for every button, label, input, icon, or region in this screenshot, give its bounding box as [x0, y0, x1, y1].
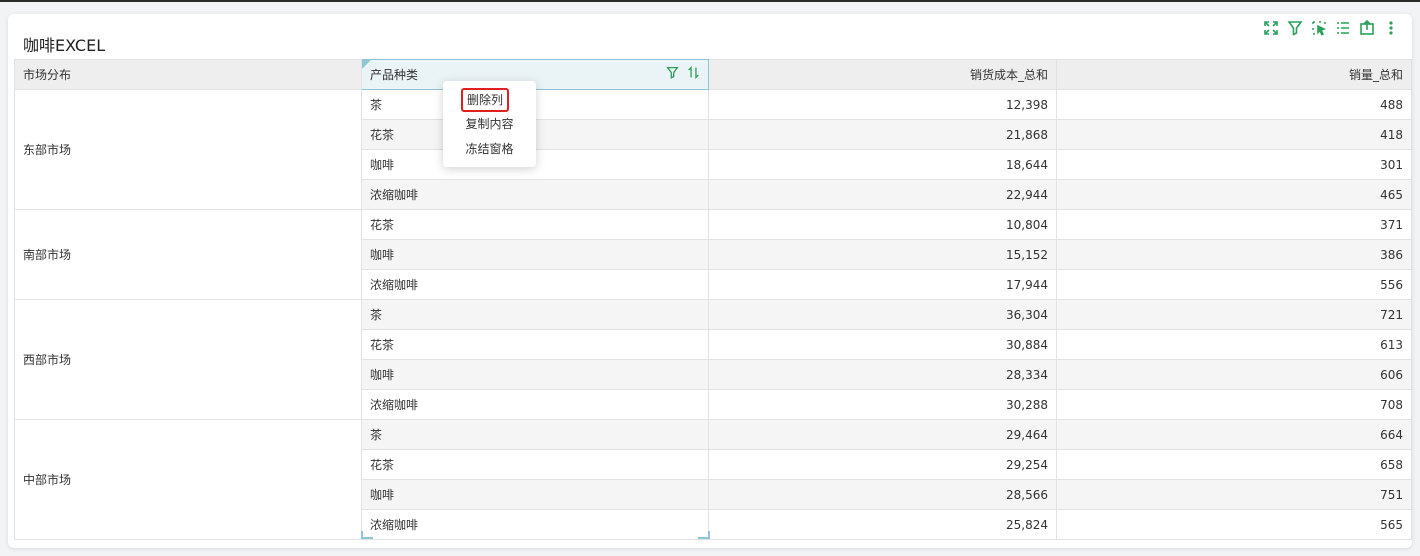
more-icon[interactable]	[1382, 19, 1400, 37]
cell-qty[interactable]: 371	[1056, 209, 1412, 240]
header-product-actions	[666, 66, 700, 82]
cell-product[interactable]: 花茶	[361, 449, 709, 480]
cell-market[interactable]: 中部市场	[14, 419, 362, 540]
cell-qty[interactable]: 606	[1056, 359, 1412, 390]
table-widget-card: 咖啡EXCEL 市场分布 产品种类 销货成本_总和 销量_总和 东部市场 茶 1…	[8, 14, 1412, 548]
table-body: 东部市场茶 12,398 488 花茶 21,868 418 咖啡 18,644 301 浓缩咖啡…	[14, 89, 1412, 540]
cell-product[interactable]: 茶	[361, 299, 709, 330]
selection-handle-left[interactable]	[361, 531, 373, 539]
cell-cost[interactable]: 30,288	[708, 389, 1057, 420]
cell-cost[interactable]: 25,824	[708, 509, 1057, 540]
cell-cost[interactable]: 15,152	[708, 239, 1057, 270]
column-context-menu: 删除列 复制内容 冻结窗格	[443, 81, 536, 167]
cell-product[interactable]: 浓缩咖啡	[361, 389, 709, 420]
cell-product[interactable]: 茶	[361, 419, 709, 450]
cell-cost[interactable]: 28,334	[708, 359, 1057, 390]
cell-cost[interactable]: 30,884	[708, 329, 1057, 360]
cell-qty[interactable]: 613	[1056, 329, 1412, 360]
cell-qty[interactable]: 751	[1056, 479, 1412, 510]
header-market[interactable]: 市场分布	[14, 59, 362, 90]
cell-cost[interactable]: 10,804	[708, 209, 1057, 240]
cell-qty[interactable]: 658	[1056, 449, 1412, 480]
widget-toolbar	[1262, 19, 1400, 37]
list-icon[interactable]	[1334, 19, 1352, 37]
cell-cost[interactable]: 29,464	[708, 419, 1057, 450]
select-icon[interactable]	[1310, 19, 1328, 37]
widget-title: 咖啡EXCEL	[23, 36, 106, 55]
table-row: 西部市场茶 36,304 721	[14, 299, 1412, 420]
cell-qty[interactable]: 386	[1056, 239, 1412, 270]
table-row: 中部市场茶 29,464 664	[14, 419, 1412, 540]
menu-copy-content[interactable]: 复制内容	[443, 114, 536, 134]
cell-qty[interactable]: 556	[1056, 269, 1412, 300]
table-row: 南部市场 花茶 10,804 371	[14, 209, 1412, 300]
selection-corner-marker	[362, 60, 371, 69]
cell-cost[interactable]: 12,398	[708, 89, 1057, 120]
cell-product[interactable]: 咖啡	[361, 479, 709, 510]
cell-cost[interactable]: 17,944	[708, 269, 1057, 300]
header-qty[interactable]: 销量_总和	[1056, 59, 1412, 90]
menu-freeze-panes[interactable]: 冻结窗格	[443, 139, 536, 159]
export-icon[interactable]	[1358, 19, 1376, 37]
table-row: 东部市场茶 12,398 488	[14, 89, 1412, 210]
header-cost[interactable]: 销货成本_总和	[708, 59, 1057, 90]
cell-product[interactable]: 咖啡	[361, 359, 709, 390]
cell-qty[interactable]: 664	[1056, 419, 1412, 450]
cell-qty[interactable]: 565	[1056, 509, 1412, 540]
cell-qty[interactable]: 418	[1056, 119, 1412, 150]
cell-market[interactable]: 东部市场	[14, 89, 362, 210]
cell-market[interactable]: 西部市场	[14, 299, 362, 420]
cell-cost[interactable]: 18,644	[708, 149, 1057, 180]
fullscreen-icon[interactable]	[1262, 19, 1280, 37]
column-sort-icon[interactable]	[687, 66, 700, 82]
cell-qty[interactable]: 708	[1056, 389, 1412, 420]
window-top-border	[0, 0, 1420, 2]
cell-cost[interactable]: 29,254	[708, 449, 1057, 480]
selection-handle-right[interactable]	[698, 531, 710, 539]
cell-qty[interactable]: 301	[1056, 149, 1412, 180]
cell-product[interactable]: 花茶	[361, 209, 709, 240]
cell-product[interactable]: 咖啡	[361, 239, 709, 270]
menu-delete-column[interactable]: 删除列	[461, 88, 509, 112]
column-filter-icon[interactable]	[666, 66, 679, 82]
header-product-label: 产品种类	[370, 68, 419, 82]
cell-cost[interactable]: 28,566	[708, 479, 1057, 510]
cell-product[interactable]: 浓缩咖啡	[361, 509, 709, 540]
cell-cost[interactable]: 22,944	[708, 179, 1057, 210]
data-table: 市场分布 产品种类 销货成本_总和 销量_总和 东部市场 茶 12,398 48…	[14, 59, 1412, 540]
cell-qty[interactable]: 465	[1056, 179, 1412, 210]
cell-qty[interactable]: 721	[1056, 299, 1412, 330]
cell-product[interactable]: 浓缩咖啡	[361, 269, 709, 300]
cell-cost[interactable]: 36,304	[708, 299, 1057, 330]
cell-product[interactable]: 花茶	[361, 329, 709, 360]
cell-qty[interactable]: 488	[1056, 89, 1412, 120]
filter-icon[interactable]	[1286, 19, 1304, 37]
cell-market[interactable]: 南部市场	[14, 209, 362, 300]
cell-product[interactable]: 浓缩咖啡	[361, 179, 709, 210]
cell-cost[interactable]: 21,868	[708, 119, 1057, 150]
